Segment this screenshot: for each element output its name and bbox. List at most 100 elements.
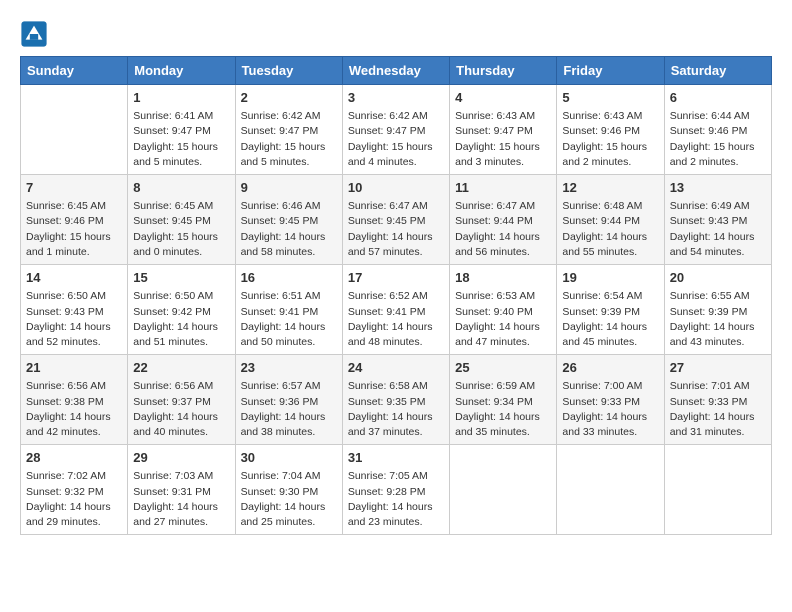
cell-content: Sunrise: 7:00 AM Sunset: 9:33 PM Dayligh… <box>562 379 658 440</box>
cell-content: Sunrise: 6:48 AM Sunset: 9:44 PM Dayligh… <box>562 199 658 260</box>
cell-content: Sunrise: 6:54 AM Sunset: 9:39 PM Dayligh… <box>562 289 658 350</box>
day-number: 25 <box>455 359 551 377</box>
cell-content: Sunrise: 6:55 AM Sunset: 9:39 PM Dayligh… <box>670 289 766 350</box>
cell-content: Sunrise: 6:49 AM Sunset: 9:43 PM Dayligh… <box>670 199 766 260</box>
calendar-cell: 17 Sunrise: 6:52 AM Sunset: 9:41 PM Dayli… <box>342 265 449 355</box>
cell-content: Sunrise: 6:44 AM Sunset: 9:46 PM Dayligh… <box>670 109 766 170</box>
calendar-cell: 25 Sunrise: 6:59 AM Sunset: 9:34 PM Dayli… <box>450 355 557 445</box>
day-number: 7 <box>26 179 122 197</box>
calendar-cell: 3Sunrise: 6:42 AM Sunset: 9:47 PM Daylig… <box>342 85 449 175</box>
logo-icon <box>20 20 48 48</box>
calendar-cell: 15 Sunrise: 6:50 AM Sunset: 9:42 PM Dayli… <box>128 265 235 355</box>
day-number: 18 <box>455 269 551 287</box>
day-number: 9 <box>241 179 337 197</box>
day-number: 10 <box>348 179 444 197</box>
cell-content: Sunrise: 6:53 AM Sunset: 9:40 PM Dayligh… <box>455 289 551 350</box>
cell-content: Sunrise: 6:56 AM Sunset: 9:38 PM Dayligh… <box>26 379 122 440</box>
calendar-cell: 10 Sunrise: 6:47 AM Sunset: 9:45 PM Dayli… <box>342 175 449 265</box>
day-number: 12 <box>562 179 658 197</box>
column-header-wednesday: Wednesday <box>342 57 449 85</box>
day-number: 15 <box>133 269 229 287</box>
calendar-cell: 19 Sunrise: 6:54 AM Sunset: 9:39 PM Dayli… <box>557 265 664 355</box>
calendar-cell: 24Sunrise: 6:58 AM Sunset: 9:35 PM Dayli… <box>342 355 449 445</box>
cell-content: Sunrise: 6:56 AM Sunset: 9:37 PM Dayligh… <box>133 379 229 440</box>
day-number: 2 <box>241 89 337 107</box>
cell-content: Sunrise: 6:45 AM Sunset: 9:45 PM Dayligh… <box>133 199 229 260</box>
cell-content: Sunrise: 6:47 AM Sunset: 9:45 PM Dayligh… <box>348 199 444 260</box>
calendar-cell: 13 Sunrise: 6:49 AM Sunset: 9:43 PM Dayli… <box>664 175 771 265</box>
column-header-saturday: Saturday <box>664 57 771 85</box>
calendar-week-row: 1 Sunrise: 6:41 AM Sunset: 9:47 PM Daylig… <box>21 85 772 175</box>
column-header-monday: Monday <box>128 57 235 85</box>
cell-content: Sunrise: 6:52 AM Sunset: 9:41 PM Dayligh… <box>348 289 444 350</box>
cell-content: Sunrise: 6:43 AM Sunset: 9:47 PM Dayligh… <box>455 109 551 170</box>
day-number: 20 <box>670 269 766 287</box>
day-number: 28 <box>26 449 122 467</box>
calendar-cell: 20 Sunrise: 6:55 AM Sunset: 9:39 PM Dayli… <box>664 265 771 355</box>
calendar-cell: 23 Sunrise: 6:57 AM Sunset: 9:36 PM Dayli… <box>235 355 342 445</box>
cell-content: Sunrise: 6:58 AM Sunset: 9:35 PM Dayligh… <box>348 379 444 440</box>
calendar-cell: 18 Sunrise: 6:53 AM Sunset: 9:40 PM Dayli… <box>450 265 557 355</box>
calendar-header-row: SundayMondayTuesdayWednesdayThursdayFrid… <box>21 57 772 85</box>
cell-content: Sunrise: 6:45 AM Sunset: 9:46 PM Dayligh… <box>26 199 122 260</box>
cell-content: Sunrise: 6:41 AM Sunset: 9:47 PM Dayligh… <box>133 109 229 170</box>
day-number: 22 <box>133 359 229 377</box>
cell-content: Sunrise: 6:57 AM Sunset: 9:36 PM Dayligh… <box>241 379 337 440</box>
column-header-friday: Friday <box>557 57 664 85</box>
calendar-cell: 5 Sunrise: 6:43 AM Sunset: 9:46 PM Daylig… <box>557 85 664 175</box>
day-number: 19 <box>562 269 658 287</box>
calendar-cell: 2 Sunrise: 6:42 AM Sunset: 9:47 PM Daylig… <box>235 85 342 175</box>
page-header <box>20 20 772 48</box>
cell-content: Sunrise: 7:01 AM Sunset: 9:33 PM Dayligh… <box>670 379 766 440</box>
calendar-cell: 28 Sunrise: 7:02 AM Sunset: 9:32 PM Dayli… <box>21 445 128 535</box>
calendar-cell: 14Sunrise: 6:50 AM Sunset: 9:43 PM Dayli… <box>21 265 128 355</box>
logo <box>20 20 52 48</box>
calendar-cell: 26 Sunrise: 7:00 AM Sunset: 9:33 PM Dayli… <box>557 355 664 445</box>
cell-content: Sunrise: 7:04 AM Sunset: 9:30 PM Dayligh… <box>241 469 337 530</box>
day-number: 31 <box>348 449 444 467</box>
calendar-cell: 31Sunrise: 7:05 AM Sunset: 9:28 PM Dayli… <box>342 445 449 535</box>
day-number: 6 <box>670 89 766 107</box>
day-number: 30 <box>241 449 337 467</box>
calendar-cell <box>450 445 557 535</box>
calendar-cell: 27 Sunrise: 7:01 AM Sunset: 9:33 PM Dayli… <box>664 355 771 445</box>
calendar-cell: 21 Sunrise: 6:56 AM Sunset: 9:38 PM Dayli… <box>21 355 128 445</box>
day-number: 23 <box>241 359 337 377</box>
column-header-tuesday: Tuesday <box>235 57 342 85</box>
calendar-cell: 7 Sunrise: 6:45 AM Sunset: 9:46 PM Daylig… <box>21 175 128 265</box>
cell-content: Sunrise: 6:59 AM Sunset: 9:34 PM Dayligh… <box>455 379 551 440</box>
day-number: 13 <box>670 179 766 197</box>
calendar-cell: 1 Sunrise: 6:41 AM Sunset: 9:47 PM Daylig… <box>128 85 235 175</box>
day-number: 11 <box>455 179 551 197</box>
calendar-week-row: 14Sunrise: 6:50 AM Sunset: 9:43 PM Dayli… <box>21 265 772 355</box>
calendar-cell <box>664 445 771 535</box>
calendar-cell: 6 Sunrise: 6:44 AM Sunset: 9:46 PM Daylig… <box>664 85 771 175</box>
cell-content: Sunrise: 7:03 AM Sunset: 9:31 PM Dayligh… <box>133 469 229 530</box>
day-number: 21 <box>26 359 122 377</box>
cell-content: Sunrise: 6:43 AM Sunset: 9:46 PM Dayligh… <box>562 109 658 170</box>
cell-content: Sunrise: 6:50 AM Sunset: 9:42 PM Dayligh… <box>133 289 229 350</box>
day-number: 17 <box>348 269 444 287</box>
column-header-sunday: Sunday <box>21 57 128 85</box>
calendar-cell: 30 Sunrise: 7:04 AM Sunset: 9:30 PM Dayli… <box>235 445 342 535</box>
day-number: 26 <box>562 359 658 377</box>
calendar-cell <box>21 85 128 175</box>
day-number: 27 <box>670 359 766 377</box>
calendar-cell: 9 Sunrise: 6:46 AM Sunset: 9:45 PM Daylig… <box>235 175 342 265</box>
calendar-cell <box>557 445 664 535</box>
day-number: 5 <box>562 89 658 107</box>
cell-content: Sunrise: 7:02 AM Sunset: 9:32 PM Dayligh… <box>26 469 122 530</box>
cell-content: Sunrise: 6:47 AM Sunset: 9:44 PM Dayligh… <box>455 199 551 260</box>
calendar-cell: 11 Sunrise: 6:47 AM Sunset: 9:44 PM Dayli… <box>450 175 557 265</box>
day-number: 8 <box>133 179 229 197</box>
calendar-week-row: 28 Sunrise: 7:02 AM Sunset: 9:32 PM Dayli… <box>21 445 772 535</box>
calendar-cell: 8 Sunrise: 6:45 AM Sunset: 9:45 PM Daylig… <box>128 175 235 265</box>
cell-content: Sunrise: 6:42 AM Sunset: 9:47 PM Dayligh… <box>348 109 444 170</box>
cell-content: Sunrise: 6:50 AM Sunset: 9:43 PM Dayligh… <box>26 289 122 350</box>
cell-content: Sunrise: 6:51 AM Sunset: 9:41 PM Dayligh… <box>241 289 337 350</box>
day-number: 1 <box>133 89 229 107</box>
cell-content: Sunrise: 6:42 AM Sunset: 9:47 PM Dayligh… <box>241 109 337 170</box>
column-header-thursday: Thursday <box>450 57 557 85</box>
calendar-week-row: 21 Sunrise: 6:56 AM Sunset: 9:38 PM Dayli… <box>21 355 772 445</box>
cell-content: Sunrise: 6:46 AM Sunset: 9:45 PM Dayligh… <box>241 199 337 260</box>
